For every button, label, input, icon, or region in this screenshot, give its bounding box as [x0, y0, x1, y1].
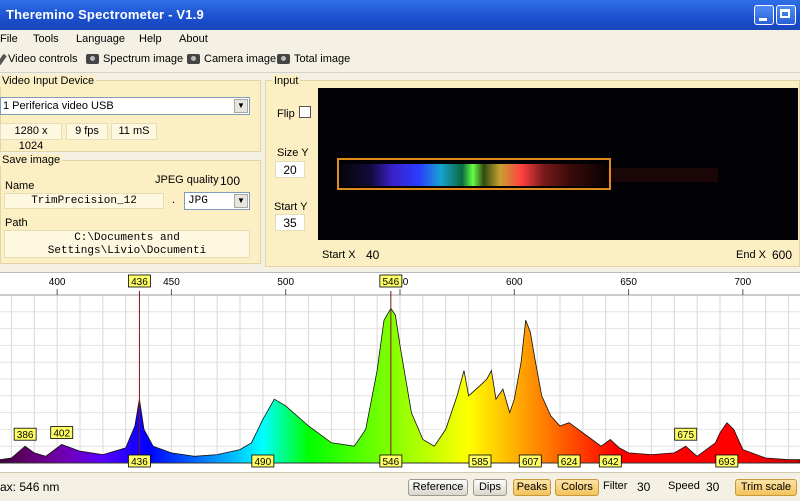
video-controls-label: Video controls	[8, 53, 78, 65]
trim-scale-button[interactable]: Trim scale	[735, 479, 797, 496]
start-x-value[interactable]: 40	[366, 248, 379, 262]
speed-value[interactable]: 30	[706, 480, 719, 494]
path-line-2: Settings\Livio\Documenti	[47, 245, 207, 257]
video-device-value: 1 Periferica video USB	[3, 100, 114, 112]
spectrum-plot: 4004505005506006507003864024365466754364…	[0, 273, 800, 468]
camera-image-button[interactable]: Camera image	[187, 53, 276, 65]
total-image-label: Total image	[294, 53, 351, 65]
jpeg-quality-label: JPEG quality	[155, 174, 219, 186]
filename-input[interactable]: TrimPrecision_12	[4, 193, 164, 209]
peak-label: 693	[719, 457, 736, 468]
maximize-button[interactable]	[776, 5, 796, 25]
fps-field: 9 fps	[66, 123, 108, 140]
peak-label: 402	[53, 429, 70, 440]
dips-button[interactable]: Dips	[473, 479, 507, 496]
exposure-field: 11 mS	[111, 123, 157, 140]
video-controls-button[interactable]: Video controls	[0, 53, 78, 65]
start-x-label: Start X	[322, 249, 356, 261]
path-label: Path	[5, 217, 28, 229]
toolbar: Video controls Spectrum image Camera ima…	[0, 48, 800, 73]
filter-value[interactable]: 30	[637, 480, 650, 494]
x-tick-label: 400	[49, 277, 66, 288]
peak-label: 607	[522, 457, 539, 468]
format-value: JPG	[188, 195, 208, 207]
chevron-down-icon: ▼	[234, 99, 248, 113]
peak-label: 436	[131, 457, 148, 468]
resolution-field: 1280 x 1024	[0, 123, 62, 152]
format-select[interactable]: JPG ▼	[184, 192, 250, 210]
peak-label: 624	[561, 457, 578, 468]
size-y-label: Size Y	[277, 147, 309, 159]
size-y-input[interactable]: 20	[275, 161, 305, 178]
flip-label: Flip	[277, 108, 295, 120]
filter-label: Filter	[603, 480, 628, 492]
peak-label: 585	[472, 457, 489, 468]
x-tick-label: 450	[163, 277, 180, 288]
save-image-group-label: Save image	[0, 154, 63, 166]
end-x-label: End X	[736, 249, 766, 261]
window-title: Theremino Spectrometer - V1.9	[6, 7, 204, 22]
extension-dot: .	[172, 194, 176, 206]
spectrum-image-label: Spectrum image	[103, 53, 184, 65]
peak-label: 386	[17, 430, 34, 441]
jpeg-quality-value[interactable]: 100	[220, 174, 240, 188]
wrench-icon	[0, 53, 7, 65]
path-field[interactable]: C:\Documents and Settings\Livio\Document…	[4, 230, 250, 258]
input-group-label: Input	[272, 75, 301, 87]
video-input-group-label: Video Input Device	[0, 75, 97, 87]
flip-checkbox[interactable]	[299, 106, 311, 118]
reference-button[interactable]: Reference	[408, 479, 468, 496]
minimize-icon	[759, 18, 767, 21]
colors-button[interactable]: Colors	[555, 479, 599, 496]
peak-label: 546	[383, 457, 400, 468]
peak-label: 490	[255, 457, 272, 468]
video-device-select[interactable]: 1 Periferica video USB ▼	[0, 97, 250, 115]
camera-icon	[86, 54, 99, 64]
camera-preview[interactable]	[318, 88, 798, 240]
peaks-button[interactable]: Peaks	[513, 479, 551, 496]
total-image-button[interactable]: Total image	[277, 53, 350, 65]
camera-icon	[187, 54, 200, 64]
title-bar: Theremino Spectrometer - V1.9	[0, 0, 800, 30]
x-tick-label: 650	[620, 277, 637, 288]
speed-label: Speed	[668, 480, 700, 492]
menu-tools[interactable]: Tools	[33, 33, 59, 45]
spectrum-image-button[interactable]: Spectrum image	[86, 53, 183, 65]
minimize-button[interactable]	[754, 5, 774, 25]
peak-label: 675	[677, 430, 694, 441]
end-x-value[interactable]: 600	[772, 248, 792, 262]
max-wavelength-label: ax: 546 nm	[0, 480, 60, 494]
x-tick-label: 500	[277, 277, 294, 288]
menu-about[interactable]: About	[179, 33, 208, 45]
name-label: Name	[5, 180, 35, 192]
chevron-down-icon: ▼	[234, 194, 248, 208]
camera-image-label: Camera image	[204, 53, 277, 65]
path-line-1: C:\Documents and	[74, 232, 180, 244]
menu-help[interactable]: Help	[139, 33, 162, 45]
spectrum-strip-image	[337, 158, 718, 190]
x-tick-label: 700	[735, 277, 752, 288]
spectrum-chart[interactable]: 4004505005506006507003864024365466754364…	[0, 272, 800, 473]
start-y-label: Start Y	[274, 201, 308, 213]
menu-bar: File Tools Language Help About	[0, 30, 800, 48]
peak-label: 546	[383, 277, 400, 288]
x-tick-label: 600	[506, 277, 523, 288]
maximize-icon	[780, 9, 790, 18]
menu-file[interactable]: File	[0, 33, 18, 45]
peak-label: 642	[602, 457, 619, 468]
start-y-input[interactable]: 35	[275, 214, 305, 231]
camera-icon	[277, 54, 290, 64]
peak-label: 436	[131, 277, 148, 288]
menu-language[interactable]: Language	[76, 33, 125, 45]
